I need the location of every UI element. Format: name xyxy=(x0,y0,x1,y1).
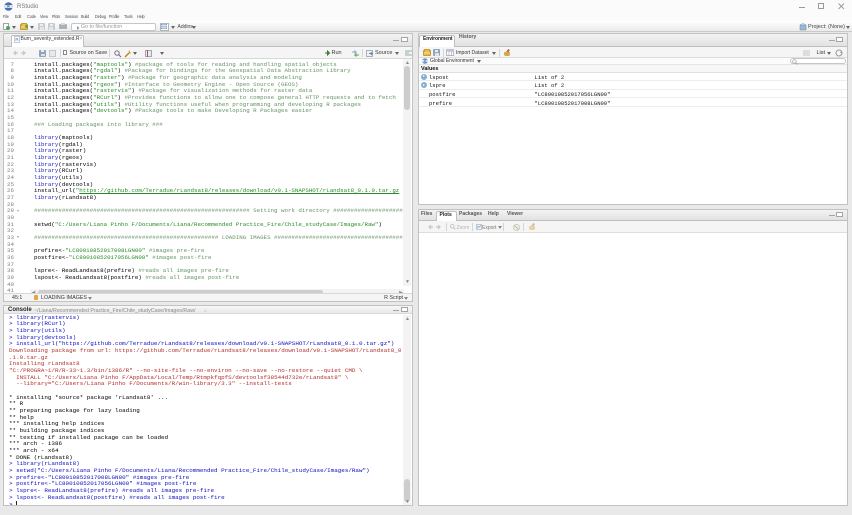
svg-text:R: R xyxy=(424,60,426,63)
